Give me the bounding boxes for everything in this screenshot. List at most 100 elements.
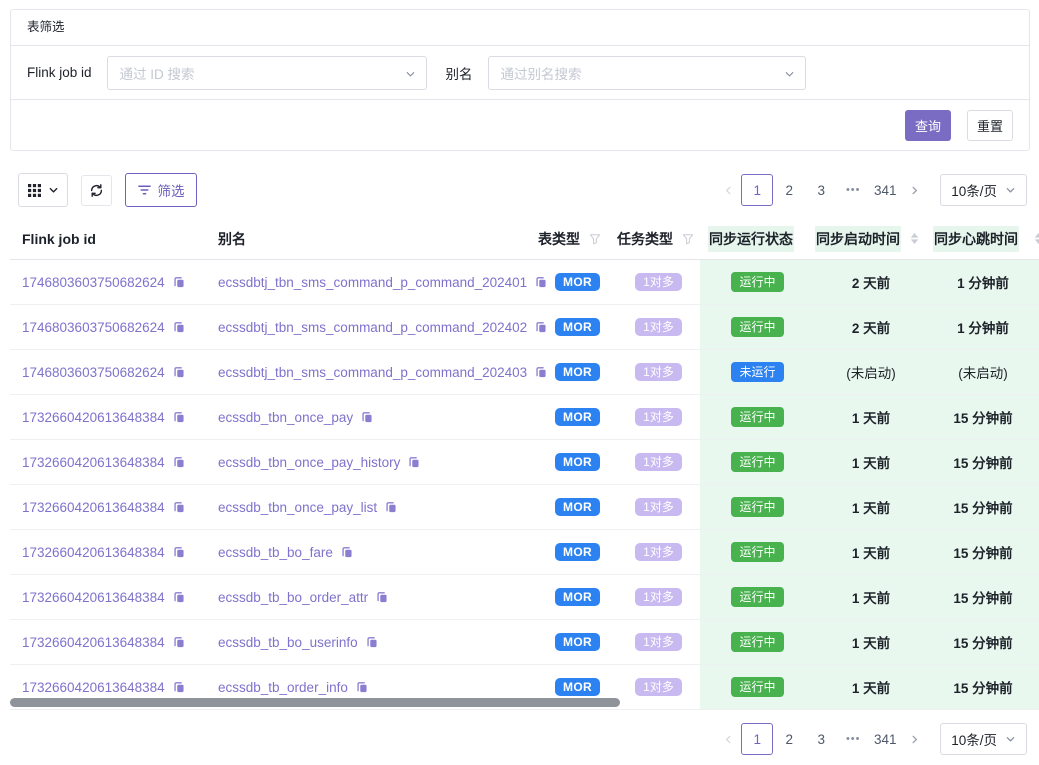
filter-icon bbox=[138, 184, 151, 196]
copy-icon[interactable] bbox=[172, 365, 186, 379]
sorter-icon[interactable] bbox=[910, 233, 919, 244]
prev-page-button[interactable] bbox=[715, 723, 741, 755]
chevron-down-icon bbox=[1005, 734, 1016, 745]
pagination-bottom: 123•••341 10条/页 bbox=[715, 723, 1027, 755]
chevron-down-icon bbox=[48, 185, 59, 196]
task-type-tag: 1对多 bbox=[635, 678, 682, 696]
page-button-3[interactable]: 3 bbox=[805, 723, 837, 755]
alias-link[interactable]: ecssdb_tbn_once_pay bbox=[218, 410, 353, 425]
copy-icon[interactable] bbox=[407, 455, 421, 469]
alias-link[interactable]: ecssdb_tb_bo_order_attr bbox=[218, 590, 368, 605]
copy-icon[interactable] bbox=[384, 500, 398, 514]
cell-alias: ecssdbtj_tbn_sms_command_p_command_20240… bbox=[218, 305, 538, 349]
column-settings-button[interactable] bbox=[18, 173, 68, 207]
copy-icon[interactable] bbox=[172, 500, 186, 514]
cell-sync-start-time: 1 天前 bbox=[815, 530, 927, 574]
next-page-button[interactable] bbox=[901, 174, 927, 206]
flink-job-id-link[interactable]: 1732660420613648384 bbox=[22, 500, 165, 515]
task-type-tag: 1对多 bbox=[635, 498, 682, 516]
sync-status-badge: 运行中 bbox=[731, 542, 783, 562]
cell-sync-status: 运行中 bbox=[700, 665, 815, 709]
alias-link[interactable]: ecssdb_tb_bo_userinfo bbox=[218, 635, 358, 650]
horizontal-scrollbar-thumb[interactable] bbox=[10, 698, 620, 707]
page-button-3[interactable]: 3 bbox=[805, 174, 837, 206]
cell-task-type: 1对多 bbox=[617, 665, 700, 709]
table-filter-panel: 表筛选 Flink job id 通过 ID 搜索 别名 通过别名搜索 查询 重… bbox=[10, 9, 1030, 151]
page-size-select[interactable]: 10条/页 bbox=[940, 723, 1027, 755]
flink-job-id-link[interactable]: 1732660420613648384 bbox=[22, 590, 165, 605]
copy-icon[interactable] bbox=[172, 545, 186, 559]
copy-icon[interactable] bbox=[172, 275, 186, 289]
cell-table-type: MOR bbox=[538, 305, 617, 349]
cell-sync-start-time: 1 天前 bbox=[815, 485, 927, 529]
sync-tables-table: Flink job id 别名 表类型 任务类型 同步运行状态 同步启动时间 bbox=[10, 218, 1039, 710]
page-ellipsis[interactable]: ••• bbox=[837, 174, 869, 206]
alias-link[interactable]: ecssdb_tb_bo_fare bbox=[218, 545, 333, 560]
flink-job-id-link[interactable]: 1732660420613648384 bbox=[22, 545, 165, 560]
alias-link[interactable]: ecssdbtj_tbn_sms_command_p_command_20240… bbox=[218, 275, 527, 290]
cell-table-type: MOR bbox=[538, 440, 617, 484]
alias-link[interactable]: ecssdb_tbn_once_pay_history bbox=[218, 455, 400, 470]
page-size-select[interactable]: 10条/页 bbox=[940, 174, 1027, 206]
column-header-task-type: 任务类型 bbox=[617, 218, 700, 259]
table-type-tag: MOR bbox=[555, 543, 600, 561]
flink-job-id-link[interactable]: 1746803603750682624 bbox=[22, 320, 165, 335]
flink-job-id-link[interactable]: 1732660420613648384 bbox=[22, 410, 165, 425]
copy-icon[interactable] bbox=[340, 545, 354, 559]
page-ellipsis[interactable]: ••• bbox=[837, 723, 869, 755]
table-type-tag: MOR bbox=[555, 273, 600, 291]
cell-flink-job-id: 1746803603750682624 bbox=[10, 305, 218, 349]
filter-actions: 查询 重置 bbox=[11, 100, 1029, 150]
copy-icon[interactable] bbox=[172, 320, 186, 334]
page-button-1[interactable]: 1 bbox=[741, 723, 773, 755]
copy-icon[interactable] bbox=[172, 635, 186, 649]
query-button[interactable]: 查询 bbox=[905, 110, 951, 141]
alias-link[interactable]: ecssdbtj_tbn_sms_command_p_command_20240… bbox=[218, 320, 527, 335]
cell-sync-heartbeat-time: 15 分钟前 bbox=[927, 620, 1039, 664]
prev-page-button[interactable] bbox=[715, 174, 741, 206]
flink-job-id-link[interactable]: 1732660420613648384 bbox=[22, 455, 165, 470]
filter-button[interactable]: 筛选 bbox=[125, 173, 197, 207]
cell-table-type: MOR bbox=[538, 620, 617, 664]
page-button-341[interactable]: 341 bbox=[869, 174, 901, 206]
flink-job-id-select[interactable]: 通过 ID 搜索 bbox=[107, 56, 427, 90]
flink-job-id-link[interactable]: 1732660420613648384 bbox=[22, 635, 165, 650]
cell-table-type: MOR bbox=[538, 260, 617, 304]
copy-icon[interactable] bbox=[172, 590, 186, 604]
filter-funnel-icon[interactable] bbox=[682, 233, 694, 245]
column-header-sync-heartbeat-time: 同步心跳时间 bbox=[927, 218, 1039, 259]
alias-select[interactable]: 通过别名搜索 bbox=[488, 56, 806, 90]
alias-link[interactable]: ecssdb_tb_order_info bbox=[218, 680, 348, 695]
sorter-icon[interactable] bbox=[1034, 233, 1039, 244]
alias-link[interactable]: ecssdb_tbn_once_pay_list bbox=[218, 500, 377, 515]
cell-sync-status: 运行中 bbox=[700, 620, 815, 664]
next-page-button[interactable] bbox=[901, 723, 927, 755]
copy-icon[interactable] bbox=[360, 410, 374, 424]
flink-job-id-link[interactable]: 1746803603750682624 bbox=[22, 365, 165, 380]
column-header-sync-start-time: 同步启动时间 bbox=[815, 218, 927, 259]
cell-alias: ecssdbtj_tbn_sms_command_p_command_20240… bbox=[218, 260, 538, 304]
cell-sync-status: 运行中 bbox=[700, 395, 815, 439]
page-button-1[interactable]: 1 bbox=[741, 174, 773, 206]
page-button-341[interactable]: 341 bbox=[869, 723, 901, 755]
table-type-tag: MOR bbox=[555, 588, 600, 606]
sync-status-badge: 未运行 bbox=[731, 362, 783, 382]
copy-icon[interactable] bbox=[375, 590, 389, 604]
copy-icon[interactable] bbox=[365, 635, 379, 649]
table-row: 1746803603750682624 ecssdbtj_tbn_sms_comm… bbox=[10, 305, 1039, 350]
copy-icon[interactable] bbox=[172, 680, 186, 694]
page-button-2[interactable]: 2 bbox=[773, 174, 805, 206]
refresh-button[interactable] bbox=[81, 175, 112, 206]
cell-task-type: 1对多 bbox=[617, 350, 700, 394]
page-button-2[interactable]: 2 bbox=[773, 723, 805, 755]
reset-button[interactable]: 重置 bbox=[967, 110, 1013, 141]
flink-job-id-placeholder: 通过 ID 搜索 bbox=[120, 63, 195, 83]
flink-job-id-link[interactable]: 1746803603750682624 bbox=[22, 275, 165, 290]
filter-funnel-icon[interactable] bbox=[589, 233, 601, 245]
alias-link[interactable]: ecssdbtj_tbn_sms_command_p_command_20240… bbox=[218, 365, 527, 380]
copy-icon[interactable] bbox=[355, 680, 369, 694]
flink-job-id-link[interactable]: 1732660420613648384 bbox=[22, 680, 165, 695]
cell-task-type: 1对多 bbox=[617, 260, 700, 304]
copy-icon[interactable] bbox=[172, 455, 186, 469]
copy-icon[interactable] bbox=[172, 410, 186, 424]
